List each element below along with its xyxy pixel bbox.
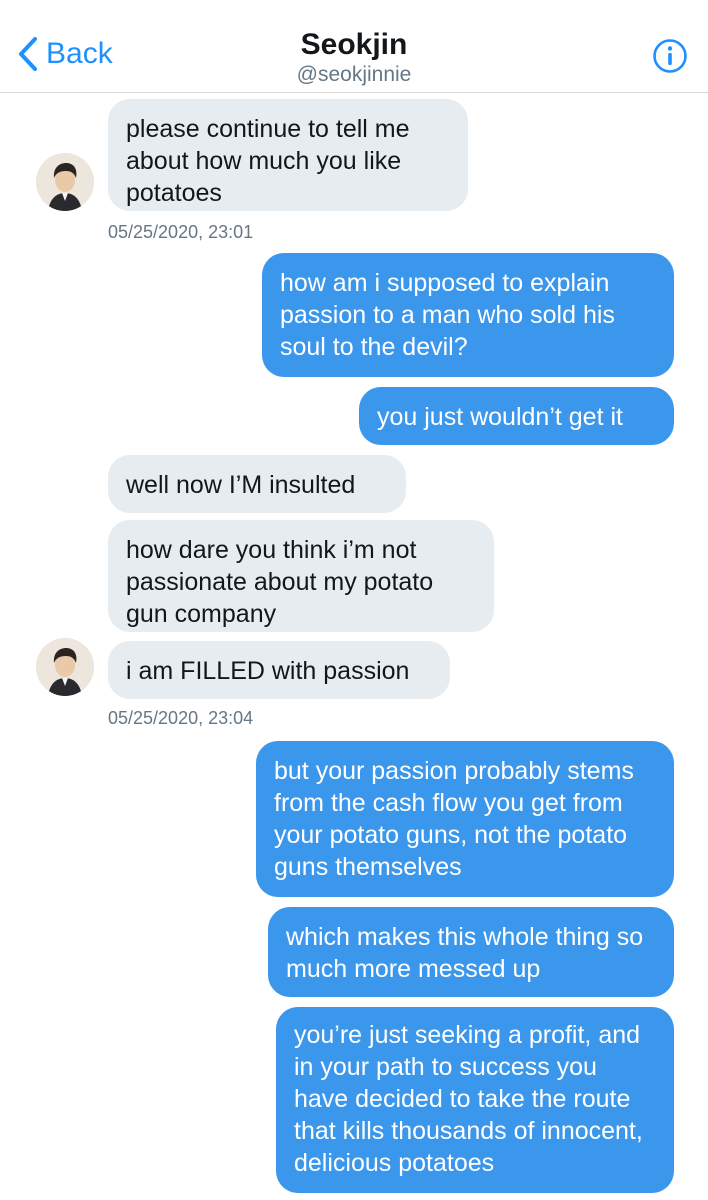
message-timestamp: 05/25/2020, 23:04 xyxy=(108,708,254,728)
message-outgoing[interactable]: you’re just seeking a profit, and in you… xyxy=(276,1007,674,1193)
message-outgoing[interactable]: you just wouldn’t get it xyxy=(359,387,674,445)
avatar-image xyxy=(36,638,94,696)
avatar[interactable] xyxy=(36,638,94,696)
message-outgoing[interactable]: how am i supposed to explain passion to … xyxy=(262,253,674,377)
conversation-header: Back Seokjin @seokjinnie xyxy=(0,0,708,93)
message-timestamp: 05/25/2020, 23:01 xyxy=(108,222,254,242)
info-icon[interactable] xyxy=(652,38,688,74)
message-incoming[interactable]: i am FILLED with passion xyxy=(108,641,450,699)
avatar[interactable] xyxy=(36,153,94,211)
message-incoming[interactable]: how dare you think i’m not passionate ab… xyxy=(108,520,494,632)
conversation-handle: @seokjinnie xyxy=(296,63,412,86)
message-incoming[interactable]: please continue to tell me about how muc… xyxy=(108,99,468,211)
avatar-image xyxy=(36,153,94,211)
message-outgoing[interactable]: but your passion probably stems from the… xyxy=(256,741,674,897)
message-incoming[interactable]: well now I’M insulted xyxy=(108,455,406,513)
conversation-title: Seokjin xyxy=(300,28,408,61)
message-outgoing[interactable]: which makes this whole thing so much mor… xyxy=(268,907,674,997)
conversation-title-block: Seokjin @seokjinnie xyxy=(0,28,708,88)
